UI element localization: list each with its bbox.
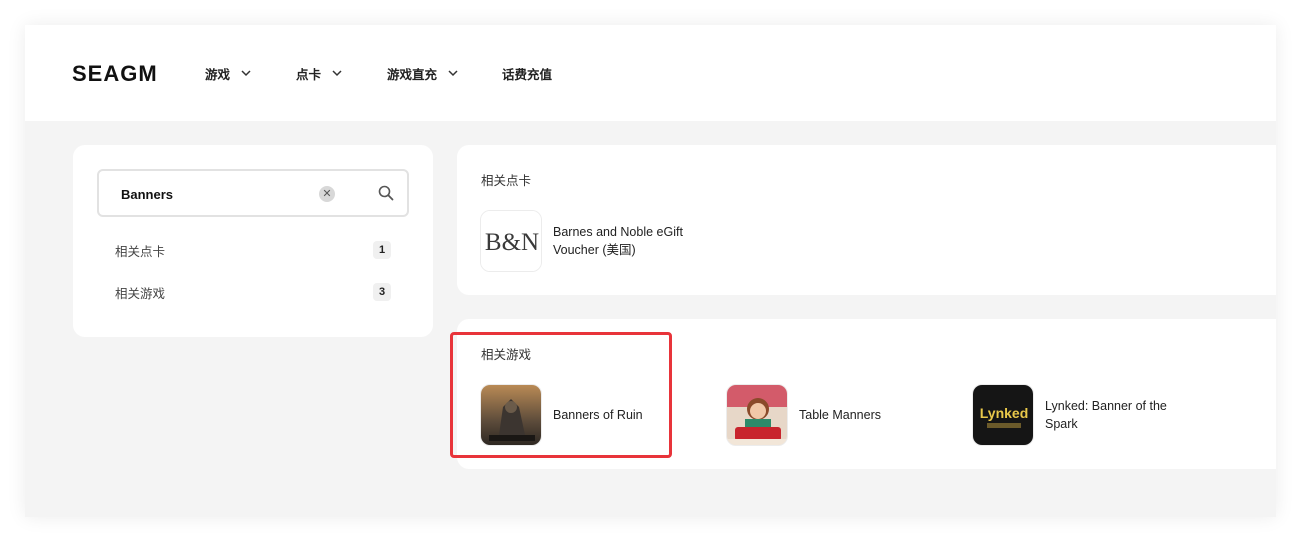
chevron-down-icon	[241, 70, 251, 77]
nav-mobile-topup-label: 话费充值	[502, 67, 553, 82]
page-frame: SEAGM 游戏 点卡 游戏直充 话费充值 ✕	[25, 25, 1276, 517]
related-games-section: 相关游戏 Banners of Ruin Table Manners Lynke…	[457, 319, 1276, 469]
thumb-text: Lynked	[980, 405, 1029, 421]
game-item-table-manners[interactable]: Table Manners	[726, 384, 939, 446]
search-box: ✕	[97, 169, 409, 217]
chevron-down-icon	[332, 70, 342, 77]
card-item-barnes-noble[interactable]: B&N Barnes and Noble eGift Voucher (美国)	[480, 210, 693, 272]
filter-related-cards[interactable]: 相关点卡 1	[115, 239, 391, 261]
search-filter-card: ✕ 相关点卡 1 相关游戏 3	[73, 145, 433, 337]
nav-cards-label: 点卡	[296, 67, 322, 82]
filter-label: 相关点卡	[115, 244, 166, 259]
item-name: Lynked: Banner of the Spark	[1045, 399, 1167, 431]
table-manners-thumbnail	[726, 384, 788, 446]
game-item-lynked[interactable]: Lynked Lynked: Banner of the Spark	[972, 384, 1185, 446]
search-input[interactable]	[121, 185, 311, 203]
banners-of-ruin-thumbnail	[480, 384, 542, 446]
item-name: Barnes and Noble eGift Voucher (美国)	[553, 225, 683, 257]
thumb-text: B&N	[485, 229, 539, 256]
chevron-down-icon	[448, 70, 458, 77]
section-title: 相关游戏	[481, 348, 532, 362]
game-item-banners-of-ruin[interactable]: Banners of Ruin	[480, 384, 693, 446]
filter-label: 相关游戏	[115, 286, 166, 301]
section-title: 相关点卡	[481, 174, 532, 188]
nav-games-label: 游戏	[205, 67, 231, 82]
nav-games[interactable]: 游戏	[205, 64, 252, 82]
filter-related-games[interactable]: 相关游戏 3	[115, 281, 391, 303]
nav-mobile-topup[interactable]: 话费充值	[502, 64, 552, 82]
nav-cards[interactable]: 点卡	[296, 64, 343, 82]
item-name: Table Manners	[799, 408, 881, 422]
nav-direct-topup[interactable]: 游戏直充	[387, 64, 459, 82]
barnes-noble-thumbnail: B&N	[480, 210, 542, 272]
item-name: Banners of Ruin	[553, 408, 643, 422]
lynked-thumbnail: Lynked	[972, 384, 1034, 446]
logo-text: SEAGM	[72, 62, 158, 84]
clear-search-button[interactable]: ✕	[319, 186, 335, 202]
top-navbar: SEAGM 游戏 点卡 游戏直充 话费充值	[25, 25, 1276, 121]
close-icon: ✕	[322, 188, 332, 200]
search-icon[interactable]	[377, 184, 395, 202]
nav-direct-topup-label: 游戏直充	[387, 67, 438, 82]
count-badge: 3	[373, 283, 391, 301]
count-badge: 1	[373, 241, 391, 259]
seagm-logo[interactable]: SEAGM	[72, 62, 162, 84]
related-cards-section: 相关点卡 B&N Barnes and Noble eGift Voucher …	[457, 145, 1276, 295]
